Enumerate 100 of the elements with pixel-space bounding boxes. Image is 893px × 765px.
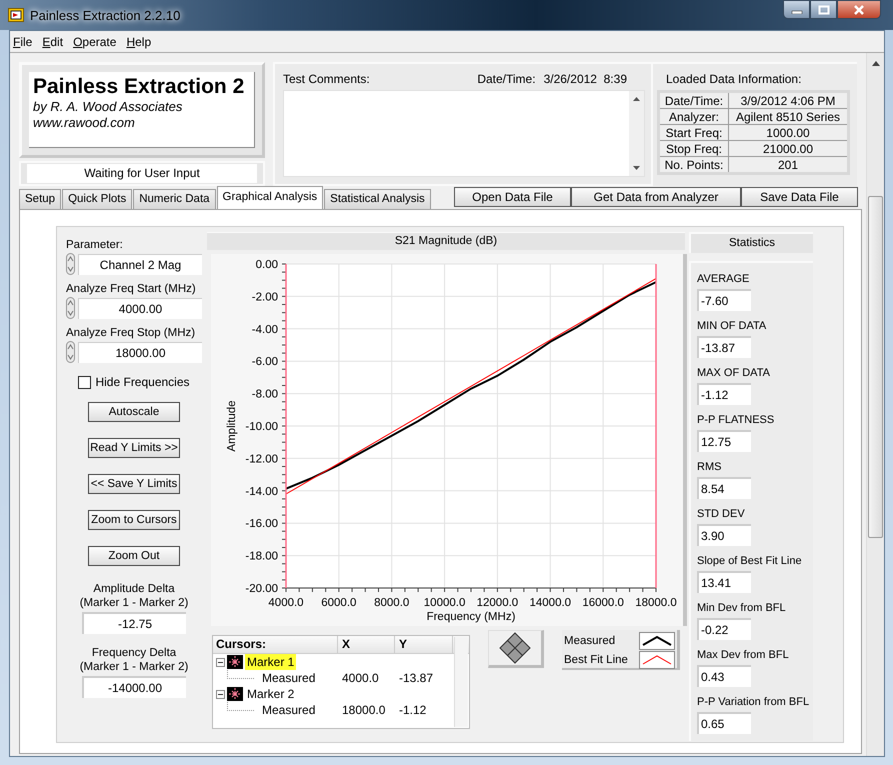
input-label: Parameter: <box>66 239 124 251</box>
stat-value: -0.22 <box>697 618 751 640</box>
menu-item[interactable]: Edit <box>42 34 64 48</box>
delta-field: -14000.00 <box>82 676 186 698</box>
legend-swatch <box>639 650 675 668</box>
x-tick-label: 6000.0 <box>321 597 356 609</box>
marker-name[interactable]: Marker 1 <box>245 654 296 670</box>
x-tick-label: 4000.0 <box>268 597 304 609</box>
input-field[interactable]: 18000.00 <box>78 342 202 362</box>
tab[interactable]: Quick Plots <box>62 189 132 209</box>
datetime-label: Date/Time: <box>477 72 536 86</box>
checkbox[interactable] <box>78 376 92 388</box>
stat-label: STD DEV <box>697 507 746 522</box>
close-icon <box>853 4 865 14</box>
graph-title: S21 Magnitude (dB) <box>207 232 685 250</box>
menu-item[interactable]: File <box>13 34 32 48</box>
stat-value: -7.60 <box>697 289 751 311</box>
x-tick-label: 14000.0 <box>530 597 572 609</box>
stat-value: 0.65 <box>697 712 751 734</box>
scroll-up-icon <box>872 61 880 66</box>
menu-item[interactable]: Help <box>126 34 152 48</box>
website-text: www.rawood.com <box>33 115 136 131</box>
scroll-thumb[interactable] <box>868 196 883 538</box>
stat-value: 8.54 <box>697 477 751 499</box>
column-header: Y <box>395 636 453 653</box>
app-name: Painless Extraction 2 <box>33 75 246 99</box>
tab[interactable]: Statistical Analysis <box>324 189 431 209</box>
stat-label: MAX OF DATA <box>697 366 771 381</box>
scrollbar[interactable] <box>454 637 468 727</box>
marker-icon <box>227 655 243 669</box>
stat-value: 0.43 <box>697 665 751 687</box>
delta-label: Amplitude Delta <box>93 582 175 596</box>
stat-label: Slope of Best Fit Line <box>697 554 803 569</box>
action-button[interactable]: Save Data File <box>741 187 858 207</box>
cursor-y: -1.12 <box>398 702 428 718</box>
stat-label: MIN OF DATA <box>697 319 768 334</box>
tab[interactable]: Numeric Data <box>133 189 216 209</box>
spinner-icon[interactable] <box>66 341 75 363</box>
tab[interactable]: Setup <box>19 189 62 209</box>
y-tick-label: -12.00 <box>245 453 278 466</box>
y-tick-label: -6.00 <box>252 356 278 368</box>
input-label: Analyze Freq Start (MHz) <box>66 283 197 295</box>
status-field: Waiting for User Input <box>27 164 257 183</box>
marker-name[interactable]: Marker 2 <box>245 686 296 702</box>
menu-item[interactable]: Operate <box>73 34 116 48</box>
cursor-line[interactable] <box>285 264 287 588</box>
info-label: Analyzer: <box>658 108 728 124</box>
legend-label: Measured <box>564 634 616 646</box>
comments-field[interactable] <box>283 90 645 177</box>
statistics-title: Statistics <box>689 232 813 253</box>
checkbox-label: Hide Frequencies <box>95 375 190 389</box>
graph-button[interactable]: Zoom Out <box>88 546 180 566</box>
y-tick-label: -18.00 <box>245 550 278 563</box>
input-field[interactable]: Channel 2 Mag <box>78 254 202 274</box>
cursor-x: 18000.0 <box>341 702 386 718</box>
spinner-icon[interactable] <box>66 253 75 275</box>
graph-button[interactable]: Zoom to Cursors <box>88 510 180 530</box>
graph-button[interactable]: Autoscale <box>88 402 180 422</box>
app-icon <box>8 7 24 23</box>
maximize-icon <box>818 4 830 14</box>
collapse-icon[interactable] <box>216 690 225 698</box>
action-button[interactable]: Open Data File <box>454 187 571 207</box>
comments-label: Test Comments: <box>283 72 370 86</box>
delta-field: -12.75 <box>82 612 186 634</box>
cursor-y: -13.87 <box>398 670 434 686</box>
marker-icon <box>227 687 243 701</box>
scrollbar[interactable] <box>866 53 884 756</box>
cursor-move-button[interactable] <box>488 630 544 668</box>
action-button[interactable]: Get Data from Analyzer <box>571 187 741 207</box>
y-axis-title: Amplitude <box>226 400 238 452</box>
column-header: X <box>338 636 395 653</box>
x-tick-label: 18000.0 <box>635 597 677 609</box>
stat-label: P-P FLATNESS <box>697 413 776 428</box>
maximize-button[interactable] <box>810 0 837 19</box>
input-field[interactable]: 4000.00 <box>78 298 202 318</box>
legend-label: Best Fit Line <box>564 654 628 666</box>
stat-label: Max Dev from BFL <box>697 648 790 663</box>
collapse-icon[interactable] <box>216 658 225 666</box>
stat-label: P-P Variation from BFL <box>697 695 810 710</box>
spinner-icon[interactable] <box>66 297 75 319</box>
x-tick-label: 12000.0 <box>476 597 518 609</box>
stat-value: 3.90 <box>697 524 751 546</box>
x-tick-label: 8000.0 <box>374 597 410 609</box>
tab[interactable]: Graphical Analysis <box>216 186 324 209</box>
graph-button[interactable]: Read Y Limits >> <box>88 438 180 458</box>
x-tick-label: 10000.0 <box>424 597 466 609</box>
stat-value: -1.12 <box>697 383 751 405</box>
cursor-series: Measured <box>262 702 316 718</box>
delta-sublabel: (Marker 1 - Marker 2) <box>80 596 188 610</box>
stat-value: 13.41 <box>697 571 751 593</box>
column-header: Cursors: <box>213 636 338 653</box>
scrollbar[interactable] <box>629 91 644 176</box>
info-label: Stop Freq: <box>658 140 728 156</box>
graph-button[interactable]: << Save Y Limits <box>88 474 180 494</box>
delta-sublabel: (Marker 1 - Marker 2) <box>80 660 188 674</box>
input-label: Analyze Freq Stop (MHz) <box>66 327 196 339</box>
close-button[interactable] <box>837 0 881 19</box>
stat-value: -13.87 <box>697 336 751 358</box>
minimize-button[interactable] <box>783 0 810 19</box>
company-name: by R. A. Wood Associates <box>33 99 184 115</box>
